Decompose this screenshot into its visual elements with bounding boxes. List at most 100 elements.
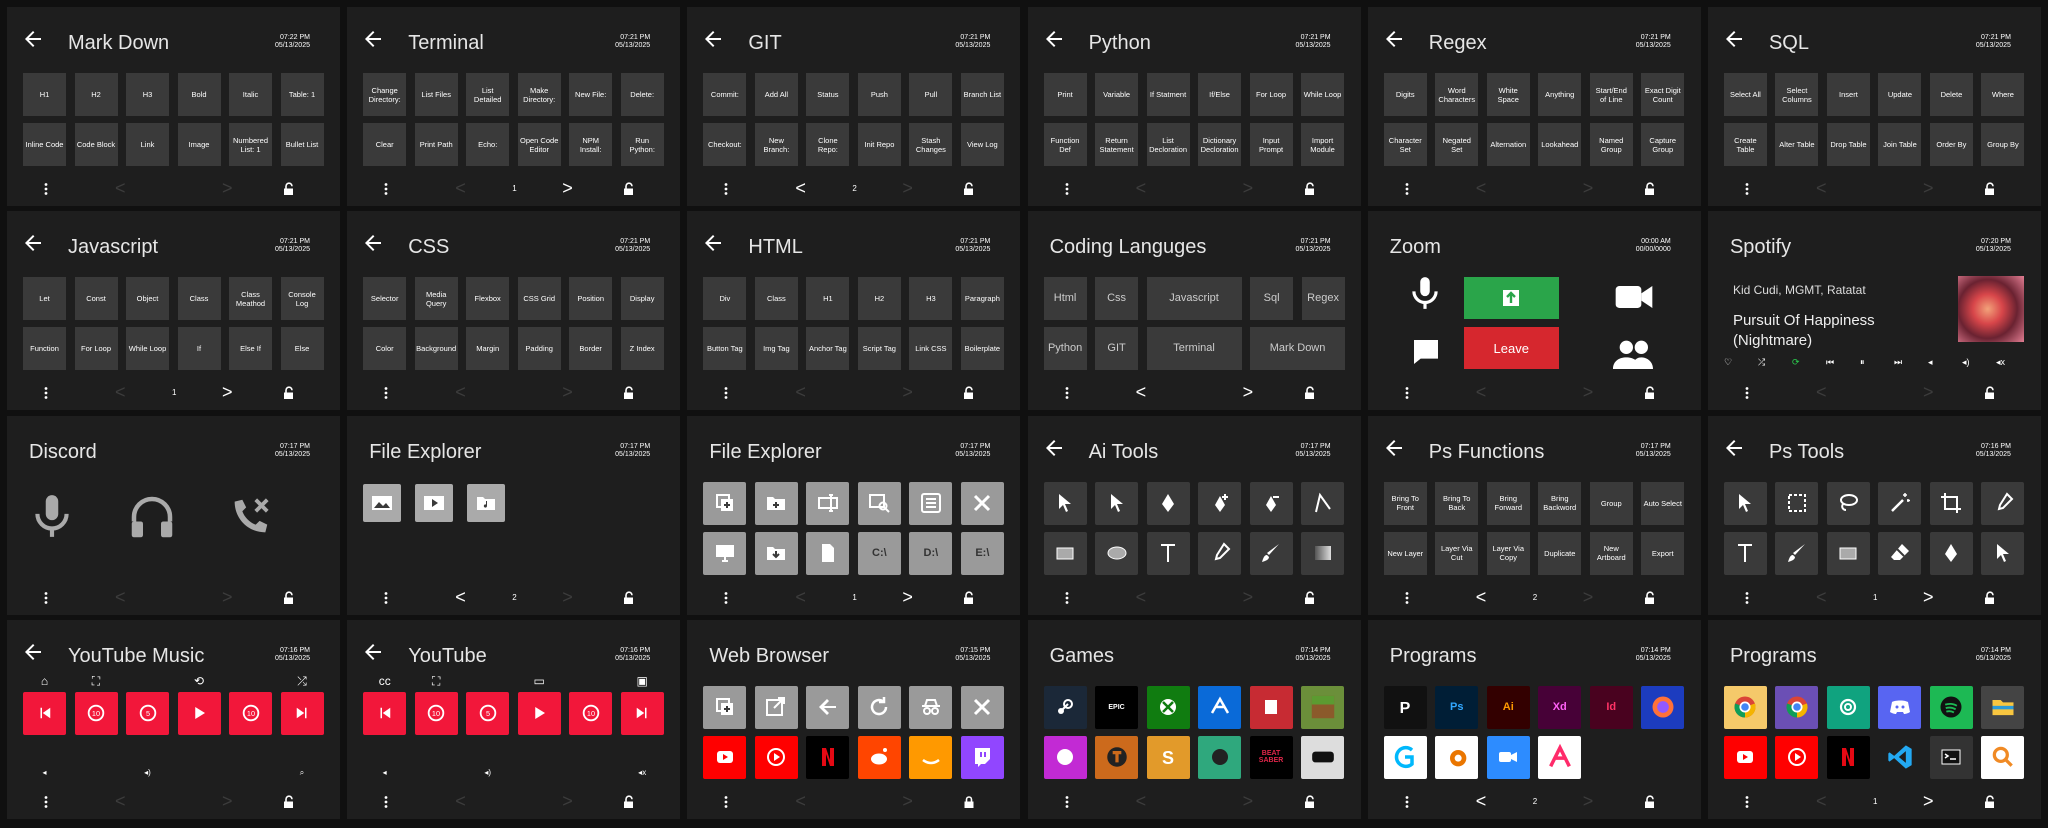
page-next-button[interactable]: > [1583, 792, 1594, 810]
page-next-button[interactable]: > [902, 588, 913, 606]
desktop-icon[interactable] [703, 531, 747, 575]
selection-tool-icon[interactable] [1043, 481, 1087, 525]
macro-button[interactable]: Status [806, 73, 850, 116]
macro-button[interactable]: Media Query [414, 277, 458, 321]
language-button[interactable]: Sql [1250, 277, 1294, 321]
page-next-button[interactable]: > [902, 383, 913, 401]
new-folder-icon[interactable] [754, 481, 798, 525]
macro-button[interactable]: Commit: [703, 73, 747, 116]
menu-dots-icon[interactable] [1743, 182, 1751, 196]
youtube-icon[interactable] [703, 735, 747, 779]
macro-button[interactable]: List Decloration [1146, 123, 1190, 166]
eyedropper-icon[interactable] [1981, 481, 2025, 525]
unlock-icon[interactable] [1303, 795, 1317, 809]
back-arrow-icon[interactable] [1722, 436, 1746, 460]
page-prev-button[interactable]: < [795, 179, 806, 197]
language-button[interactable]: GIT [1095, 327, 1139, 371]
amazon-icon[interactable] [909, 735, 953, 779]
end-call-icon[interactable] [227, 494, 273, 545]
back-arrow-icon[interactable] [1042, 436, 1066, 460]
rewind-5-icon[interactable]: 5 [126, 691, 169, 735]
unlock-icon[interactable] [622, 795, 636, 809]
youtube-music-icon[interactable] [754, 735, 798, 779]
youtube-icon[interactable] [1723, 735, 1767, 779]
lock-icon[interactable] [962, 795, 976, 809]
fullscreen-icon[interactable]: ⛶ [75, 674, 118, 689]
page-next-button[interactable]: > [1583, 588, 1594, 606]
[interactable] [126, 674, 169, 689]
macro-button[interactable]: Layer Via Copy [1486, 531, 1530, 575]
rewind-5-icon[interactable]: 5 [466, 691, 510, 735]
macro-button[interactable]: Position [569, 277, 613, 321]
menu-dots-icon[interactable] [722, 591, 730, 605]
next-track-icon[interactable] [620, 691, 664, 735]
back-arrow-icon[interactable] [1382, 436, 1406, 460]
microphone-icon[interactable] [27, 491, 77, 546]
netflix-icon[interactable] [806, 735, 850, 779]
menu-dots-icon[interactable] [42, 182, 50, 196]
back-arrow-icon[interactable] [1382, 27, 1406, 51]
macro-button[interactable]: H2 [857, 277, 901, 321]
back-arrow-icon[interactable] [361, 27, 385, 51]
macro-button[interactable]: Layer Via Cut [1435, 531, 1479, 575]
menu-dots-icon[interactable] [382, 795, 390, 809]
chrome-icon[interactable] [1723, 685, 1767, 729]
menu-dots-icon[interactable] [1403, 795, 1411, 809]
page-prev-button[interactable]: < [455, 588, 466, 606]
macro-button[interactable]: Color [363, 327, 407, 371]
e-drive-button[interactable]: E:\ [960, 531, 1004, 575]
netflix-icon[interactable] [1826, 735, 1870, 779]
back-arrow-icon[interactable] [21, 231, 45, 255]
d-drive-button[interactable]: D:\ [909, 531, 953, 575]
refresh-icon[interactable] [857, 685, 901, 729]
macro-button[interactable]: Drop Table [1826, 123, 1870, 166]
macro-button[interactable]: Alternation [1486, 123, 1530, 166]
back-arrow-icon[interactable] [1722, 27, 1746, 51]
[interactable] [178, 768, 221, 778]
lasso-tool-icon[interactable] [1826, 481, 1870, 525]
heart-icon[interactable]: ♡ [1724, 357, 1732, 368]
unlock-icon[interactable] [962, 386, 976, 400]
shuffle-icon[interactable]: ⤮ [281, 674, 324, 689]
downloads-folder-icon[interactable] [754, 531, 798, 575]
macro-button[interactable]: While Loop [126, 327, 169, 371]
macro-button[interactable]: H1 [23, 73, 66, 116]
chatgpt-icon[interactable] [1826, 685, 1870, 729]
page-prev-button[interactable]: < [795, 588, 806, 606]
macro-button[interactable]: Z Index [620, 327, 664, 371]
mute-icon[interactable]: ◂x [1996, 357, 2005, 368]
type-tool-icon[interactable] [1723, 531, 1767, 575]
macro-button[interactable]: Duplicate [1538, 531, 1582, 575]
macro-button[interactable]: Dictionary Decloration [1198, 123, 1242, 166]
play-icon[interactable] [177, 691, 221, 735]
menu-dots-icon[interactable] [722, 386, 730, 400]
macro-button[interactable]: Branch List [960, 73, 1004, 116]
game-icon-red[interactable] [1249, 685, 1293, 729]
illustrator-icon[interactable]: Ai [1486, 685, 1530, 729]
macro-button[interactable]: Export [1641, 531, 1685, 575]
page-prev-button[interactable]: < [1476, 383, 1487, 401]
macro-button[interactable]: Join Table [1878, 123, 1922, 166]
macro-button[interactable]: NPM Install: [569, 123, 613, 166]
macro-button[interactable]: Bring Backword [1538, 481, 1582, 525]
pen-tool-icon[interactable] [1146, 481, 1190, 525]
participants-icon[interactable] [1612, 334, 1653, 379]
macro-button[interactable]: Bring To Front [1383, 481, 1427, 525]
search-files-icon[interactable] [857, 481, 901, 525]
delete-anchor-icon[interactable] [1249, 481, 1293, 525]
videos-folder-icon[interactable] [415, 483, 454, 522]
macro-button[interactable]: Function [23, 327, 66, 371]
details-view-icon[interactable] [909, 481, 953, 525]
rectangle-tool-icon[interactable] [1826, 531, 1870, 575]
[interactable] [569, 674, 612, 689]
share-screen-button[interactable] [1463, 277, 1559, 320]
macro-button[interactable]: Select Columns [1775, 73, 1819, 116]
epic-games-icon[interactable]: EPIC [1095, 685, 1139, 729]
macro-button[interactable]: Create Table [1723, 123, 1767, 166]
magic-wand-icon[interactable] [1878, 481, 1922, 525]
leave-meeting-button[interactable]: Leave [1463, 327, 1559, 370]
page-prev-button[interactable]: < [115, 179, 126, 197]
shuffle-icon[interactable]: ⤮ [1758, 357, 1765, 368]
macro-button[interactable]: Let [23, 277, 66, 321]
[interactable] [229, 674, 272, 689]
